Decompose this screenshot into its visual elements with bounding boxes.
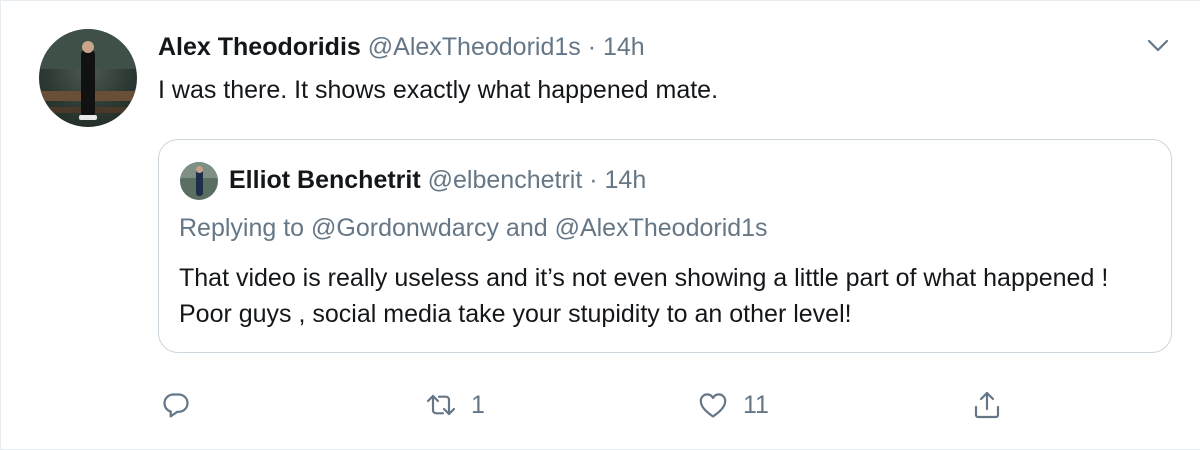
like-count: 11: [743, 390, 769, 419]
tweet-timestamp[interactable]: 14h: [603, 33, 645, 61]
replying-to-line: Replying to @Gordonwdarcy and @AlexTheod…: [179, 214, 768, 242]
tweet-card[interactable]: Alex Theodoridis @AlexTheodorid1s · 14h …: [0, 0, 1200, 450]
share-button[interactable]: [971, 385, 1003, 425]
retweet-count: 1: [471, 390, 485, 419]
quoted-avatar-person: [196, 170, 203, 196]
quoted-header-separator: ·: [589, 166, 598, 194]
reply-icon: [163, 393, 189, 418]
retweet-icon: [426, 394, 456, 416]
author-handle[interactable]: @AlexTheodorid1s: [368, 33, 581, 61]
avatar-person: [81, 49, 95, 115]
quoted-author-name[interactable]: Elliot Benchetrit: [229, 166, 421, 194]
reply-button[interactable]: [161, 385, 191, 425]
avatar-person-shoes: [79, 115, 97, 120]
author-avatar[interactable]: [39, 29, 137, 127]
avatar-person-head: [82, 41, 94, 53]
quoted-tweet-card[interactable]: Elliot Benchetrit @elbenchetrit · 14h Re…: [158, 139, 1172, 353]
quoted-author-handle[interactable]: @elbenchetrit: [428, 166, 583, 194]
retweet-button[interactable]: 1: [425, 385, 485, 425]
heart-icon: [699, 393, 727, 418]
share-icon: [974, 391, 1000, 419]
quoted-author-avatar[interactable]: [180, 162, 218, 200]
author-name[interactable]: Alex Theodoridis: [158, 33, 361, 61]
chevron-down-icon[interactable]: [1147, 39, 1169, 53]
tweet-text: I was there. It shows exactly what happe…: [158, 76, 719, 104]
quoted-avatar-person-head: [196, 166, 203, 173]
tweet-actions-bar: 1 11: [1, 385, 1200, 425]
header-separator: ·: [587, 33, 597, 61]
quoted-tweet-text: That video is really useless and it’s no…: [179, 264, 1109, 328]
like-button[interactable]: 11: [697, 385, 769, 425]
quoted-tweet-timestamp[interactable]: 14h: [605, 166, 647, 194]
quoted-tweet-header: Elliot Benchetrit @elbenchetrit · 14h: [229, 164, 646, 196]
tweet-header: Alex Theodoridis @AlexTheodorid1s · 14h: [158, 31, 645, 63]
